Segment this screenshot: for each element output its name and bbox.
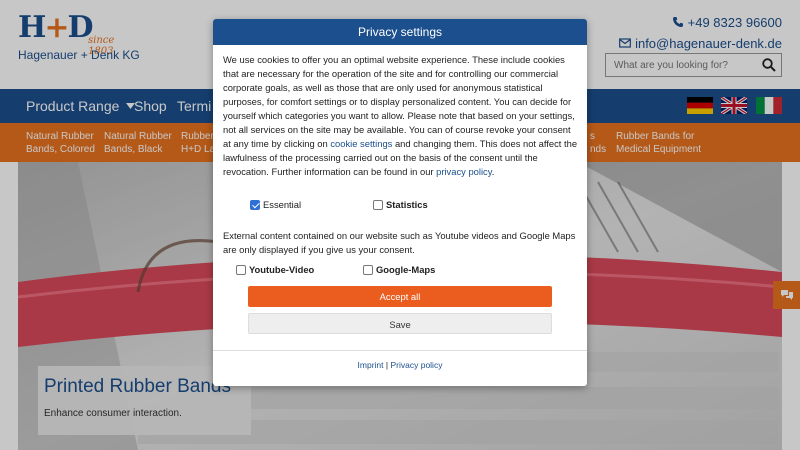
- intro-text-part1: We use cookies to offer you an optimal w…: [223, 54, 575, 149]
- essential-label: Essential: [263, 199, 302, 210]
- intro-text-end: .: [491, 166, 495, 177]
- essential-checkbox[interactable]: Essential: [250, 199, 301, 210]
- dialog-title: Privacy settings: [213, 19, 587, 45]
- checkbox-unchecked: [363, 264, 373, 275]
- external-content-text: External content contained on our websit…: [223, 230, 576, 255]
- privacy-intro-text: We use cookies to offer you an optimal w…: [223, 53, 579, 179]
- google-maps-checkbox[interactable]: Google-Maps: [363, 264, 435, 275]
- privacy-policy-inline-link[interactable]: privacy policy: [436, 166, 492, 177]
- statistics-checkbox[interactable]: Statistics: [373, 199, 428, 210]
- save-button[interactable]: Save: [248, 313, 552, 334]
- dialog-divider: [213, 350, 587, 351]
- cookie-settings-link[interactable]: cookie settings: [330, 138, 392, 149]
- checkbox-unchecked: [373, 199, 383, 210]
- privacy-settings-dialog: Privacy settings We use cookies to offer…: [213, 19, 587, 386]
- statistics-label: Statistics: [386, 199, 428, 210]
- checkbox-unchecked: [236, 264, 246, 275]
- dialog-footer-links: Imprint | Privacy policy: [213, 360, 587, 370]
- checkbox-checked: [250, 199, 260, 210]
- google-maps-label: Google-Maps: [376, 264, 436, 275]
- accept-all-button[interactable]: Accept all: [248, 286, 552, 307]
- privacy-policy-link[interactable]: Privacy policy: [390, 360, 442, 370]
- imprint-link[interactable]: Imprint: [358, 360, 384, 370]
- link-separator: |: [385, 360, 389, 370]
- youtube-video-label: Youtube-Video: [249, 264, 315, 275]
- youtube-video-checkbox[interactable]: Youtube-Video: [236, 264, 314, 275]
